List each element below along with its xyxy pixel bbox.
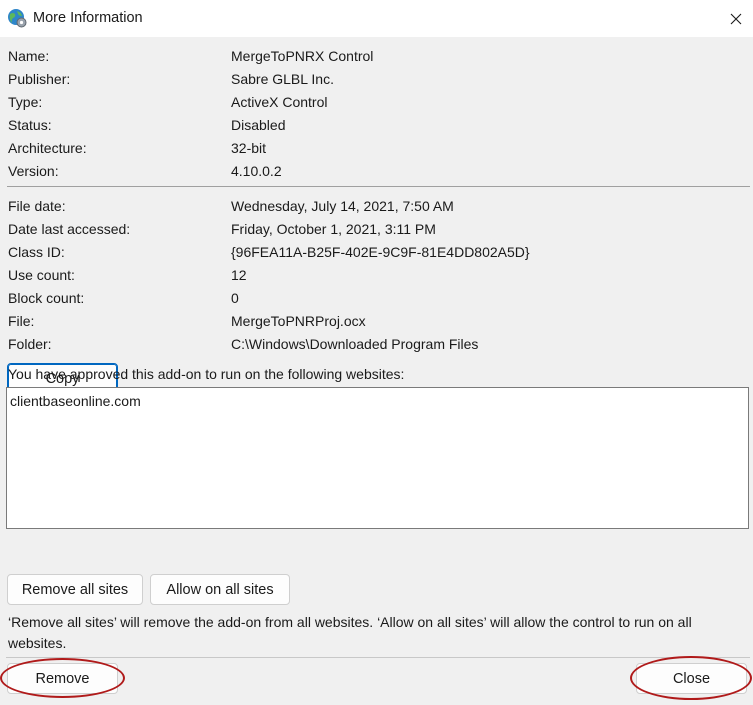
detail-row: Publisher: Sabre GLBL Inc. xyxy=(0,68,753,91)
approved-sites-label: You have approved this add-on to run on … xyxy=(8,366,405,382)
detail-value: 32-bit xyxy=(231,140,267,156)
window-title: More Information xyxy=(33,10,143,26)
info-note: ‘Remove all sites’ will remove the add-o… xyxy=(8,614,692,651)
list-item[interactable]: clientbaseonline.com xyxy=(10,393,141,409)
detail-row: Class ID: {96FEA11A-B25F-402E-9C9F-81E4DD… xyxy=(0,241,753,264)
detail-value: Wednesday, July 14, 2021, 7:50 AM xyxy=(231,198,454,214)
globe-gear-icon xyxy=(8,9,27,28)
detail-row: Use count: 12 xyxy=(0,264,753,287)
detail-value: 0 xyxy=(231,290,239,306)
detail-label: File: xyxy=(8,313,35,329)
detail-value: MergeToPNRX Control xyxy=(231,48,374,64)
detail-value: Disabled xyxy=(231,117,286,133)
detail-value: {96FEA11A-B25F-402E-9C9F-81E4DD802A5D} xyxy=(231,244,530,260)
detail-row: Status: Disabled xyxy=(0,114,753,137)
detail-row: File: MergeToPNRProj.ocx xyxy=(0,310,753,333)
detail-row: Version: 4.10.0.2 xyxy=(0,160,753,183)
detail-label: Name: xyxy=(8,48,50,64)
detail-label: Publisher: xyxy=(8,71,71,87)
close-icon[interactable] xyxy=(718,0,753,37)
detail-value: Sabre GLBL Inc. xyxy=(231,71,334,87)
detail-label: Date last accessed: xyxy=(8,221,131,237)
detail-row: Block count: 0 xyxy=(0,287,753,310)
detail-label: Status: xyxy=(8,117,52,133)
detail-value: 12 xyxy=(231,267,247,283)
detail-label: Architecture: xyxy=(8,140,87,156)
detail-row: Architecture: 32-bit xyxy=(0,137,753,160)
detail-value: C:\Windows\Downloaded Program Files xyxy=(231,336,479,352)
detail-value: ActiveX Control xyxy=(231,94,328,110)
allow-all-sites-button[interactable]: Allow on all sites xyxy=(150,574,290,605)
detail-value: MergeToPNRProj.ocx xyxy=(231,313,366,329)
close-button[interactable]: Close xyxy=(636,663,747,694)
divider xyxy=(7,186,750,187)
detail-label: Folder: xyxy=(8,336,52,352)
detail-label: Block count: xyxy=(8,290,85,306)
detail-value: 4.10.0.2 xyxy=(231,163,282,179)
remove-button[interactable]: Remove xyxy=(7,663,118,694)
detail-label: Use count: xyxy=(8,267,75,283)
title-bar: More Information xyxy=(0,0,753,37)
detail-label: File date: xyxy=(8,198,66,214)
detail-row: Type: ActiveX Control xyxy=(0,91,753,114)
divider xyxy=(6,657,750,658)
detail-row: Name: MergeToPNRX Control xyxy=(0,45,753,68)
approved-sites-list[interactable]: clientbaseonline.com xyxy=(6,387,749,529)
detail-row: File date: Wednesday, July 14, 2021, 7:50… xyxy=(0,195,753,218)
detail-label: Version: xyxy=(8,163,59,179)
detail-row: Date last accessed: Friday, October 1, 20… xyxy=(0,218,753,241)
detail-value: Friday, October 1, 2021, 3:11 PM xyxy=(231,221,436,237)
remove-all-sites-button[interactable]: Remove all sites xyxy=(7,574,143,605)
detail-label: Type: xyxy=(8,94,43,110)
detail-row: Folder: C:\Windows\Downloaded Program Fil… xyxy=(0,333,753,356)
detail-label: Class ID: xyxy=(8,244,65,260)
